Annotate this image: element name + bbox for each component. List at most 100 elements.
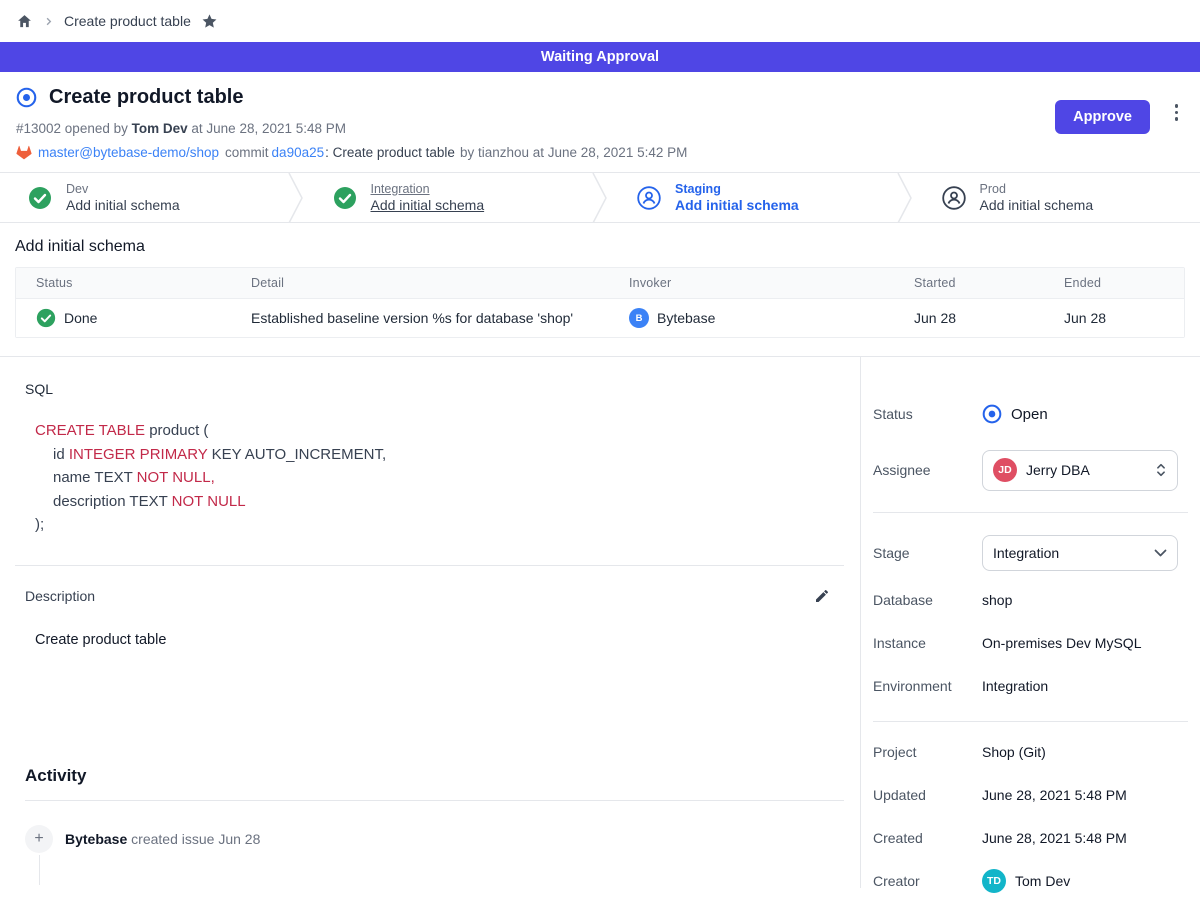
stage-task-link[interactable]: Add initial schema [371,197,485,213]
stage-env-label: Staging [675,182,799,196]
stage-task-link[interactable]: Add initial schema [980,197,1094,213]
task-invoker: Bytebase [657,310,715,326]
created-label: Created [873,830,982,846]
status-value: Open [1011,406,1048,423]
assignee-name: Jerry DBA [1026,462,1090,478]
stage-integration[interactable]: Integration Add initial schema [305,173,592,222]
environment-label: Environment [873,678,982,694]
description-label: Description [25,588,95,604]
issue-id: #13002 opened by [16,121,128,136]
more-actions-kebab-icon[interactable] [1175,104,1179,121]
assignee-row: Assignee JD Jerry DBA [873,442,1188,498]
stage-task-link[interactable]: Add initial schema [675,197,799,213]
column-started: Started [894,276,1044,290]
edit-pencil-icon[interactable] [814,588,830,604]
pending-approval-person-icon [637,186,661,210]
stage-row: Stage Integration [873,528,1188,578]
sql-line: id INTEGER PRIMARY KEY AUTO_INCREMENT, [35,443,844,467]
environment-row: Environment Integration [873,664,1188,707]
git-commit-meta: by tianzhou at June 28, 2021 5:42 PM [460,145,687,160]
table-row[interactable]: Done Established baseline version %s for… [16,299,1184,337]
activity-heading: Activity [25,766,844,786]
issue-opened-at: at June 28, 2021 5:48 PM [191,121,346,136]
updated-row: Updated June 28, 2021 5:48 PM [873,773,1188,816]
issue-open-icon [16,87,37,108]
project-label: Project [873,744,982,760]
sql-code-block: CREATE TABLE product ( id INTEGER PRIMAR… [35,419,844,537]
stage-label: Stage [873,545,982,561]
instance-row: Instance On-premises Dev MySQL [873,621,1188,664]
status-open-icon [982,404,1002,424]
stage-env-label: Prod [980,182,1094,196]
divider [25,800,844,801]
git-commit-message: : Create product table [325,145,455,160]
sql-line: CREATE TABLE product ( [35,422,208,439]
updated-label: Updated [873,787,982,803]
bytebase-avatar: B [629,308,649,328]
database-value[interactable]: shop [982,592,1188,608]
home-icon[interactable] [16,13,33,30]
approve-button[interactable]: Approve [1055,100,1150,134]
created-value: June 28, 2021 5:48 PM [982,830,1188,846]
issue-meta: #13002 opened by Tom Dev at June 28, 202… [16,121,1184,136]
creator-name: Tom Dev [1015,873,1070,889]
stage-separator [896,173,914,222]
git-commit-label: commit [225,145,269,160]
assignee-avatar: JD [993,458,1017,482]
instance-label: Instance [873,635,982,651]
stage-separator [591,173,609,222]
creator-avatar: TD [982,869,1006,893]
stage-env-label: Dev [66,182,180,196]
check-circle-icon [28,186,52,210]
stage-env-label[interactable]: Integration [371,182,485,196]
breadcrumb-page-title[interactable]: Create product table [64,13,191,29]
status-row: Status Open [873,394,1188,434]
assignee-select[interactable]: JD Jerry DBA [982,450,1178,491]
check-circle-icon [36,308,56,328]
instance-value[interactable]: On-premises Dev MySQL [982,635,1188,651]
pending-person-icon [942,186,966,210]
breadcrumb: Create product table [0,0,1200,42]
sql-line: description TEXT NOT NULL [35,490,844,514]
stage-select[interactable]: Integration [982,535,1178,571]
git-branch-link[interactable]: master@bytebase-demo/shop [38,145,219,160]
created-row: Created June 28, 2021 5:48 PM [873,816,1188,859]
activity-actor: Bytebase [65,831,127,847]
task-detail: Established baseline version %s for data… [231,310,609,326]
project-value[interactable]: Shop (Git) [982,744,1188,760]
git-commit-hash-link[interactable]: da90a25 [272,145,325,160]
issue-title: Create product table [49,86,243,109]
waiting-approval-banner: Waiting Approval [0,42,1200,72]
stage-staging[interactable]: Staging Add initial schema [609,173,896,222]
column-invoker: Invoker [609,276,894,290]
issue-sidebar: Status Open Assignee JD Jerry DBA [860,357,1200,888]
list-item: + Bytebase created issue Jun 28 [25,825,844,853]
task-ended: Jun 28 [1044,310,1184,326]
task-started: Jun 28 [894,310,1044,326]
pipeline-stage-bar: Dev Add initial schema Integration Add i… [0,172,1200,223]
column-status: Status [16,276,231,290]
creator-label: Creator [873,873,982,889]
task-table: Status Detail Invoker Started Ended Done… [15,267,1185,338]
task-table-header: Status Detail Invoker Started Ended [16,268,1184,299]
chevron-down-icon [1154,549,1167,558]
sql-line: name TEXT NOT NULL, [35,466,844,490]
task-section: Add initial schema Status Detail Invoker… [0,238,1200,356]
environment-value[interactable]: Integration [982,678,1188,694]
stage-value: Integration [993,545,1059,561]
star-icon[interactable] [201,13,218,30]
activity-action: created issue Jun 28 [131,831,260,847]
database-row: Database shop [873,578,1188,621]
assignee-label: Assignee [873,462,982,478]
database-label: Database [873,592,982,608]
main-panel: SQL CREATE TABLE product ( id INTEGER PR… [0,357,860,888]
stage-task-link[interactable]: Add initial schema [66,197,180,213]
column-ended: Ended [1044,276,1184,290]
stage-separator [287,173,305,222]
divider [15,565,844,566]
stage-prod[interactable]: Prod Add initial schema [914,173,1200,222]
stage-dev[interactable]: Dev Add initial schema [0,173,287,222]
divider [873,512,1188,513]
timeline-connector [39,855,40,885]
plus-icon: + [25,825,53,853]
